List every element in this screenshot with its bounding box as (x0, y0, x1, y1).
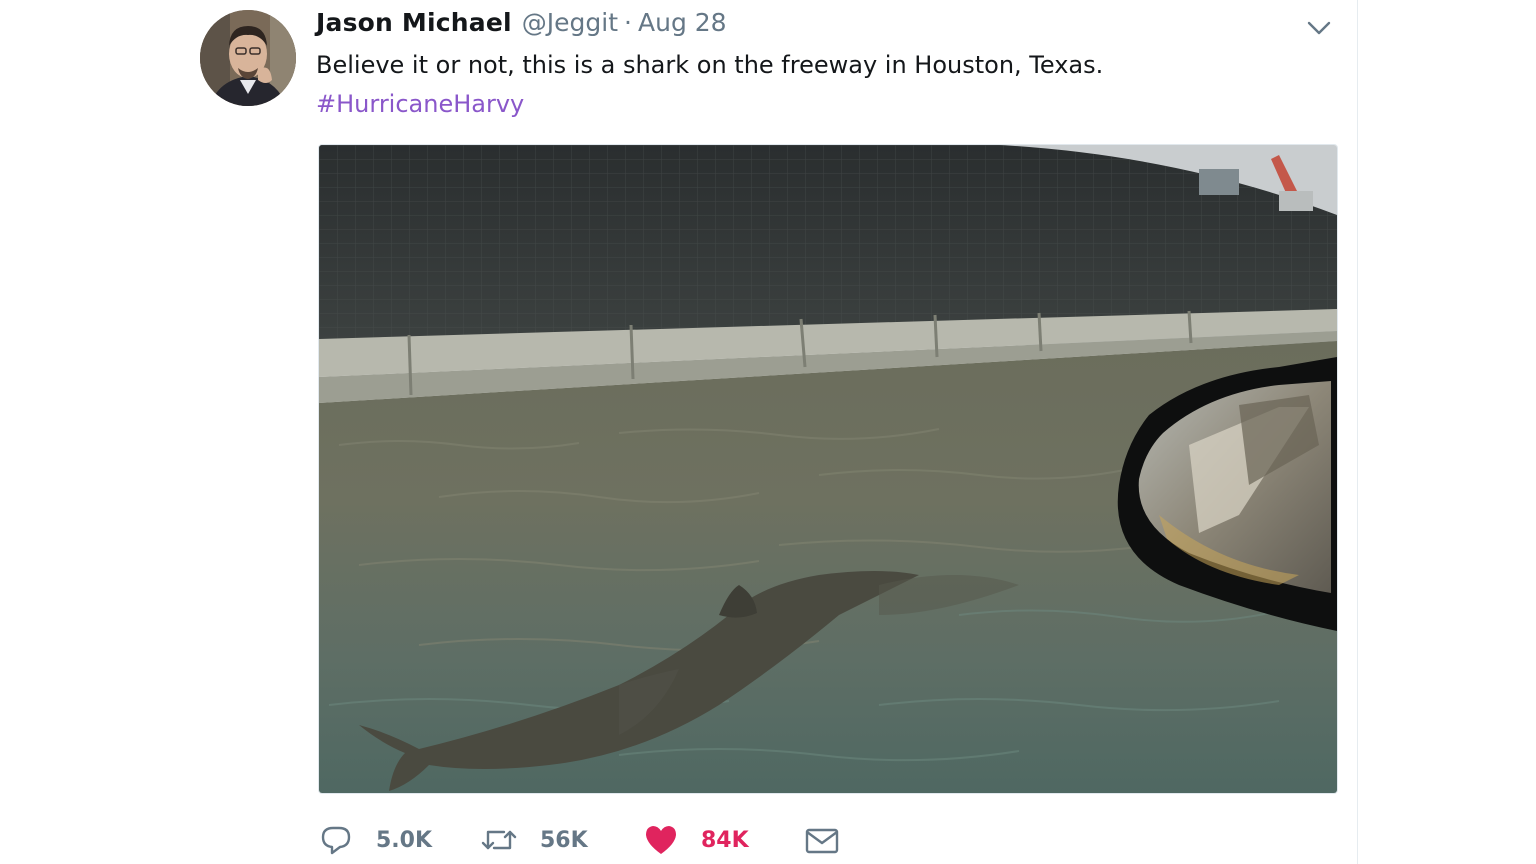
avatar-photo (200, 10, 296, 106)
timeline-divider (1357, 0, 1358, 864)
separator-dot: · (624, 8, 632, 37)
direct-message-button[interactable] (804, 816, 840, 864)
retweet-count: 56K (540, 827, 588, 853)
tweet-header: Jason Michael @Jeggit · Aug 28 (316, 8, 727, 42)
author-name[interactable]: Jason Michael (316, 8, 512, 37)
shark-on-freeway-image (319, 145, 1337, 793)
heart-icon (646, 826, 676, 854)
retweet-icon (481, 830, 517, 850)
author-handle[interactable]: @Jeggit (522, 8, 618, 37)
tweet-date[interactable]: Aug 28 (638, 8, 727, 37)
tweet-card: Jason Michael @Jeggit · Aug 28 Believe i… (0, 0, 1536, 864)
envelope-icon (805, 828, 839, 854)
tweet-menu-button[interactable] (1304, 14, 1334, 42)
retweet-button[interactable]: 56K (480, 816, 588, 864)
reply-count: 5.0K (376, 827, 433, 853)
like-count: 84K (701, 827, 749, 853)
like-button[interactable]: 84K (643, 816, 749, 864)
tweet-text: Believe it or not, this is a shark on th… (316, 51, 1104, 79)
hashtag-link[interactable]: #HurricaneHarvy (316, 85, 524, 123)
tweet-photo[interactable] (318, 144, 1338, 794)
reply-button[interactable]: 5.0K (318, 816, 432, 864)
reply-icon (321, 826, 351, 855)
chevron-down-icon (1307, 21, 1331, 35)
avatar[interactable] (200, 10, 296, 106)
